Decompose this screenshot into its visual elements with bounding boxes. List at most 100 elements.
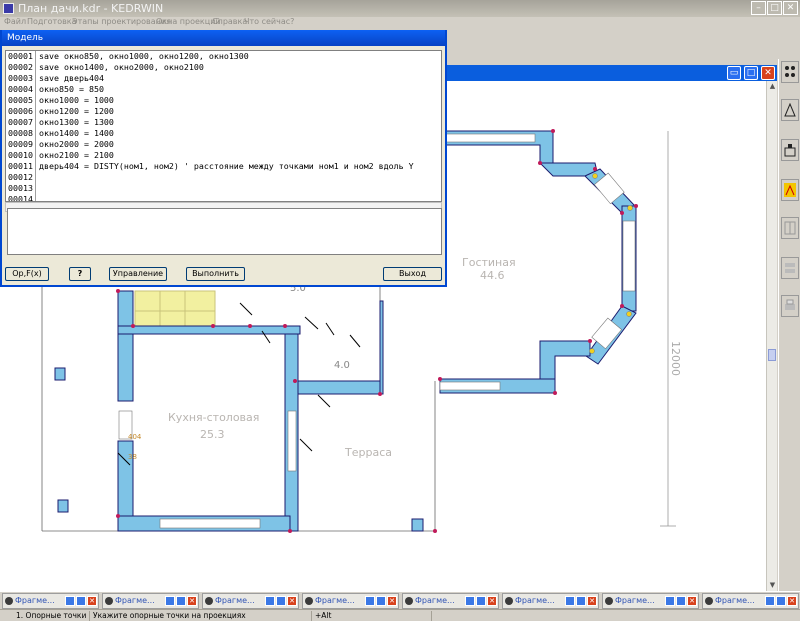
app-icon xyxy=(3,3,14,14)
doc-minimize-button[interactable]: ▭ xyxy=(727,66,741,80)
restore-icon[interactable] xyxy=(65,596,75,606)
scroll-thumb[interactable] xyxy=(768,349,776,361)
tool-print-button[interactable] xyxy=(781,295,799,317)
room-area-living: 44.6 xyxy=(480,269,505,282)
fragment-window-3[interactable]: Фрагме... ✕ xyxy=(202,593,299,609)
close-icon[interactable]: ✕ xyxy=(287,596,297,606)
status-mode: 1. Опорные точки xyxy=(0,611,90,621)
restore-icon[interactable] xyxy=(465,596,475,606)
tool-points-button[interactable] xyxy=(781,61,799,83)
close-icon[interactable]: ✕ xyxy=(187,596,197,606)
maximize-icon[interactable] xyxy=(176,596,186,606)
code-line[interactable]: дверь404 = DISTY(ном1, ном2) ' расстояни… xyxy=(39,161,414,172)
line-number: 00008 xyxy=(8,128,33,138)
tool-elevation-button[interactable] xyxy=(781,139,799,161)
formula-button[interactable]: Op,F(x) xyxy=(5,267,49,281)
close-icon[interactable]: ✕ xyxy=(787,596,797,606)
minimize-button[interactable]: – xyxy=(751,1,766,15)
fragments-bar: Фрагме... ✕ Фрагме... ✕ Фрагме... ✕ Фрагме.… xyxy=(0,591,800,609)
execute-button[interactable]: Выполнить xyxy=(186,267,245,281)
tool-layers-button[interactable] xyxy=(781,257,799,279)
elevation-icon xyxy=(784,144,796,157)
line-number: 00006 xyxy=(8,106,33,116)
restore-icon[interactable] xyxy=(765,596,775,606)
restore-icon[interactable] xyxy=(365,596,375,606)
code-line[interactable]: окно1200 = 1200 xyxy=(39,106,414,117)
restore-icon[interactable] xyxy=(265,596,275,606)
doc-close-button[interactable]: ✕ xyxy=(761,66,775,80)
maximize-icon[interactable] xyxy=(776,596,786,606)
code-line[interactable]: окно2000 = 2000 xyxy=(39,139,414,150)
tool-shape-button[interactable] xyxy=(781,99,799,121)
output-field[interactable] xyxy=(7,208,442,255)
status-hint: Укажите опорные точки на проекциях xyxy=(90,611,312,621)
window-titlebar: План дачи.kdr - KEDRWIN – □ ✕ xyxy=(0,0,800,17)
restore-icon[interactable] xyxy=(665,596,675,606)
code-line[interactable]: save дверь404 xyxy=(39,73,414,84)
line-number: 00013 xyxy=(8,183,33,193)
code-line[interactable]: окно850 = 850 xyxy=(39,84,414,95)
close-icon[interactable]: ✕ xyxy=(387,596,397,606)
code-line[interactable]: окно1400 = 1400 xyxy=(39,128,414,139)
tool-grid-button[interactable] xyxy=(781,217,799,239)
line-number: 00004 xyxy=(8,84,33,94)
maximize-icon[interactable] xyxy=(676,596,686,606)
code-line[interactable]: окно2100 = 2100 xyxy=(39,150,414,161)
close-icon[interactable]: ✕ xyxy=(487,596,497,606)
fragment-label: Фрагме... xyxy=(15,596,55,605)
exit-button[interactable]: Выход xyxy=(383,267,442,281)
maximize-icon[interactable] xyxy=(476,596,486,606)
maximize-icon[interactable] xyxy=(76,596,86,606)
menu-help[interactable]: Справка xyxy=(212,17,247,26)
construction-lines xyxy=(41,270,436,532)
code-lines[interactable]: save окно850, окно1000, окно1200, окно13… xyxy=(39,51,414,201)
fragment-window-4[interactable]: Фрагме... ✕ xyxy=(302,593,399,609)
fragment-window-8[interactable]: Фрагме... ✕ xyxy=(702,593,799,609)
menu-whats-now[interactable]: Что сейчас? xyxy=(244,17,294,26)
menu-file[interactable]: Файл xyxy=(4,17,26,26)
line-number: 00003 xyxy=(8,73,33,83)
close-icon[interactable]: ✕ xyxy=(87,596,97,606)
menu-projection-windows[interactable]: Окна проекций xyxy=(156,17,221,26)
line-number: 00009 xyxy=(8,139,33,149)
fragment-window-2[interactable]: Фрагме... ✕ xyxy=(102,593,199,609)
fragment-window-5[interactable]: Фрагме... ✕ xyxy=(402,593,499,609)
maximize-icon[interactable] xyxy=(576,596,586,606)
line-number: 00002 xyxy=(8,62,33,72)
code-line[interactable]: save окно1400, окно2000, окно2100 xyxy=(39,62,414,73)
code-line[interactable] xyxy=(39,183,414,194)
maximize-icon[interactable] xyxy=(276,596,286,606)
fragment-label: Фрагме... xyxy=(615,596,655,605)
code-line[interactable] xyxy=(39,172,414,183)
code-line[interactable] xyxy=(39,194,414,201)
fragment-window-1[interactable]: Фрагме... ✕ xyxy=(2,593,99,609)
code-line[interactable]: окно1300 = 1300 xyxy=(39,117,414,128)
line-number: 00005 xyxy=(8,95,33,105)
fragment-icon xyxy=(105,597,113,605)
close-icon[interactable]: ✕ xyxy=(687,596,697,606)
fragment-icon xyxy=(605,597,613,605)
status-bar: 1. Опорные точки Укажите опорные точки н… xyxy=(0,609,800,621)
restore-icon[interactable] xyxy=(565,596,575,606)
menu-preparation[interactable]: Подготовка xyxy=(27,17,77,26)
code-line[interactable]: окно1000 = 1000 xyxy=(39,95,414,106)
scroll-down-icon[interactable]: ▼ xyxy=(767,580,778,591)
maximize-button[interactable]: □ xyxy=(767,1,782,15)
close-button[interactable]: ✕ xyxy=(783,1,798,15)
fragment-window-6[interactable]: Фрагме... ✕ xyxy=(502,593,599,609)
fragment-window-7[interactable]: Фрагме... ✕ xyxy=(602,593,699,609)
help-button[interactable]: ? xyxy=(69,267,91,281)
close-icon[interactable]: ✕ xyxy=(587,596,597,606)
code-line[interactable]: save окно850, окно1000, окно1200, окно13… xyxy=(39,51,414,62)
layers-icon xyxy=(785,263,795,273)
fragment-label: Фрагме... xyxy=(115,596,155,605)
vertical-scrollbar[interactable]: ▲ ▼ xyxy=(766,81,777,591)
scroll-up-icon[interactable]: ▲ xyxy=(767,81,778,92)
doc-maximize-button[interactable]: □ xyxy=(744,66,758,80)
restore-icon[interactable] xyxy=(165,596,175,606)
shape-icon xyxy=(784,103,796,117)
control-button[interactable]: Управление xyxy=(109,267,167,281)
maximize-icon[interactable] xyxy=(376,596,386,606)
tool-figure-button[interactable] xyxy=(781,179,799,201)
code-editor[interactable]: 00001 00002 00003 00004 00005 00006 0000… xyxy=(5,50,442,202)
